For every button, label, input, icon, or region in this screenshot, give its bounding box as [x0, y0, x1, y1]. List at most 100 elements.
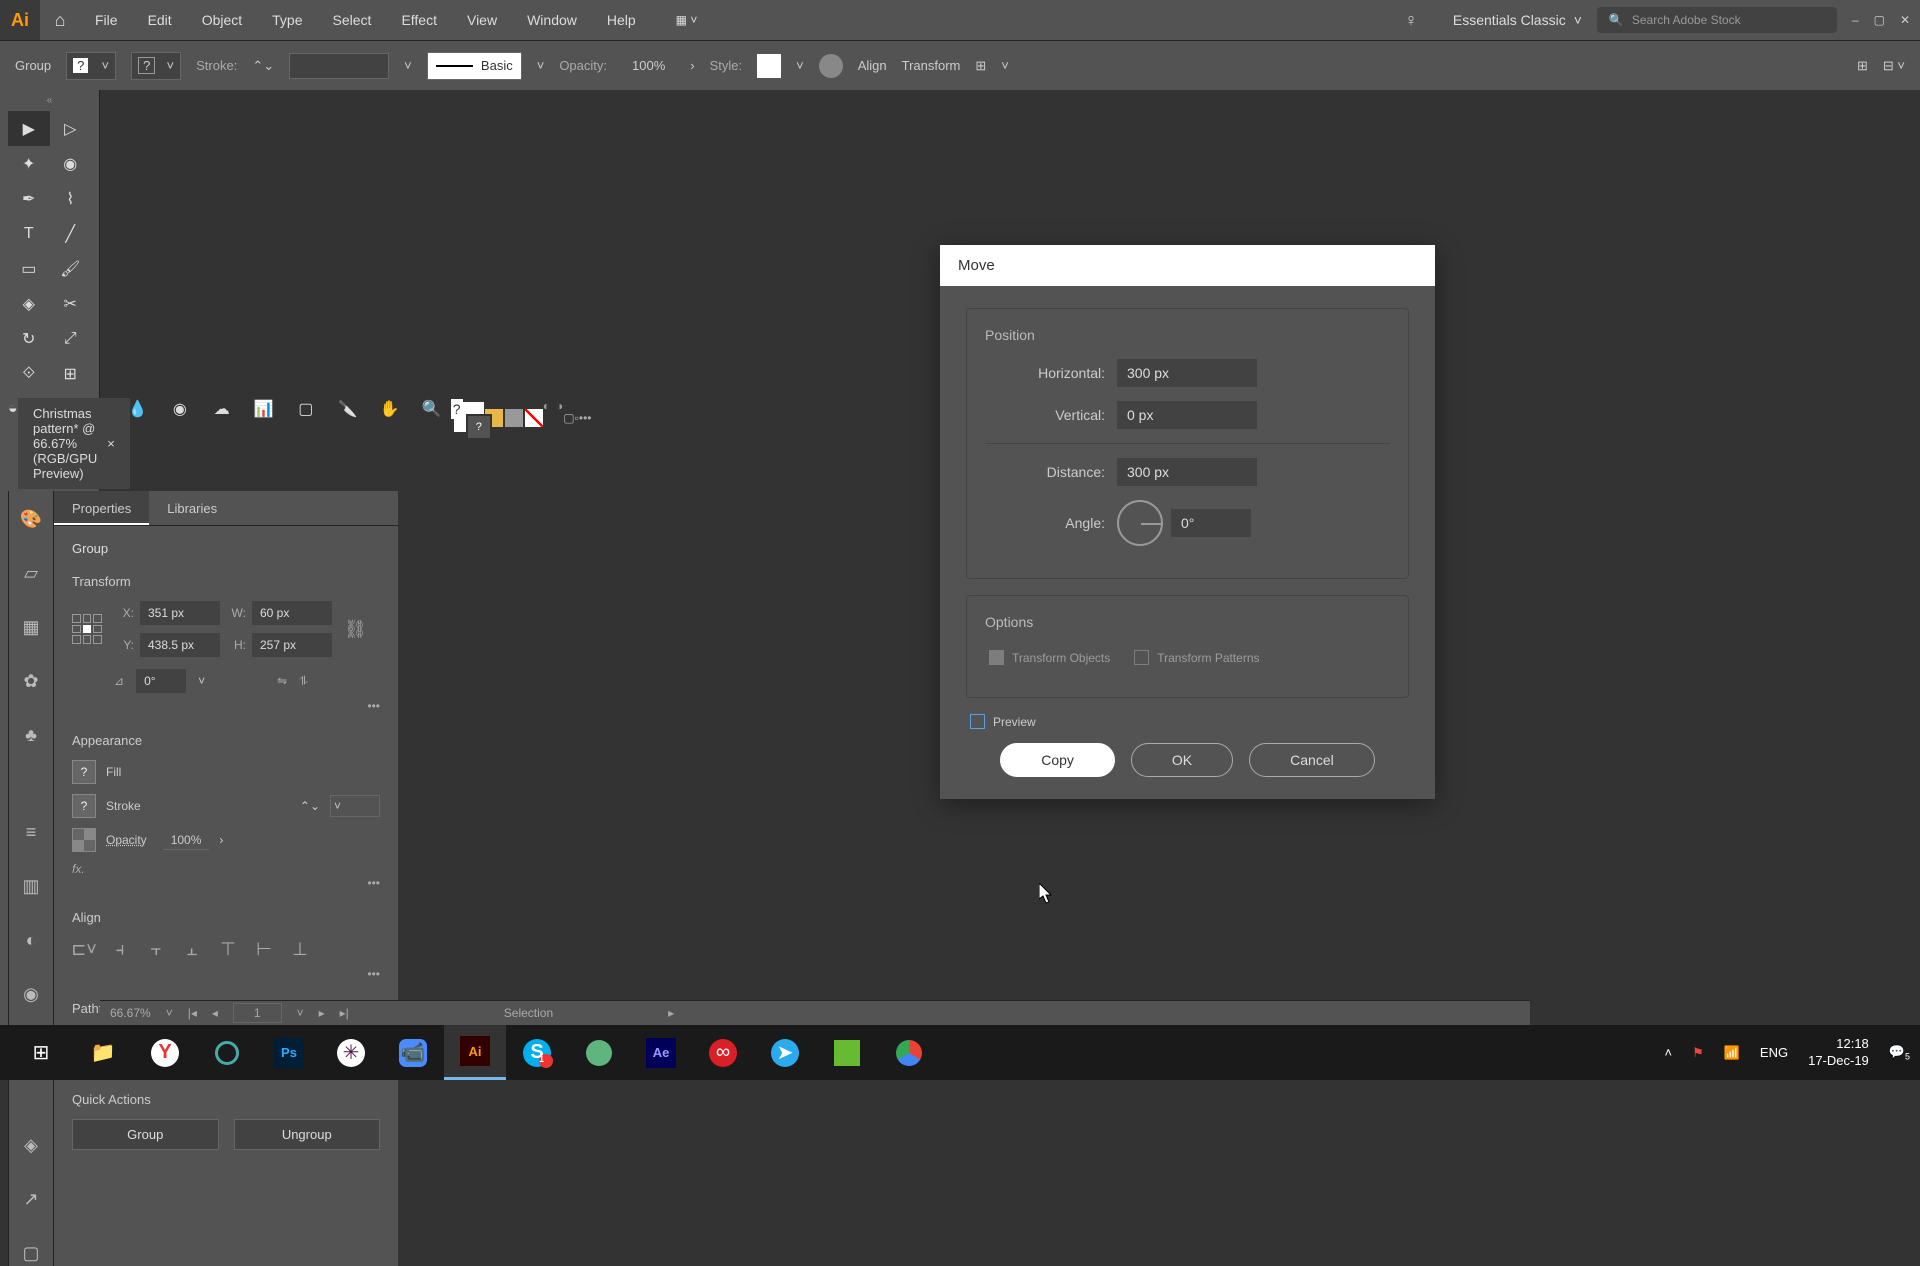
- more-options-icon[interactable]: •••: [72, 967, 380, 981]
- menu-select[interactable]: Select: [318, 0, 387, 40]
- opacity-label[interactable]: Opacity: [106, 833, 147, 847]
- copy-button[interactable]: Copy: [1000, 743, 1115, 777]
- chevron-down-icon[interactable]: ˅: [166, 1006, 173, 1020]
- color-guide-icon[interactable]: ▱: [18, 560, 44, 586]
- angle-widget[interactable]: [1117, 500, 1163, 546]
- start-menu-icon[interactable]: ⊞: [10, 1025, 72, 1080]
- align-bottom-icon[interactable]: ⊥: [288, 937, 312, 961]
- search-help-icon[interactable]: ♀: [1404, 10, 1418, 31]
- home-icon[interactable]: ⌂: [40, 0, 80, 40]
- ungroup-button[interactable]: Ungroup: [234, 1119, 381, 1150]
- collapse-icon[interactable]: «: [8, 95, 91, 106]
- telegram-icon[interactable]: ➤: [754, 1025, 816, 1080]
- isolate-icon[interactable]: ⊞: [975, 58, 986, 74]
- stroke-weight-stepper[interactable]: ⌃⌄: [300, 799, 320, 813]
- cortana-icon[interactable]: [196, 1025, 258, 1080]
- file-explorer-icon[interactable]: 📁: [72, 1025, 134, 1080]
- creative-cloud-icon[interactable]: ∞: [692, 1025, 754, 1080]
- gradient-panel-icon[interactable]: ▥: [18, 873, 44, 899]
- hand-tool[interactable]: ✋: [369, 391, 411, 426]
- recolor-icon[interactable]: [819, 54, 843, 78]
- transparency-icon[interactable]: ◐: [18, 927, 44, 953]
- document-tab[interactable]: Christmas pattern* @ 66.67% (RGB/GPU Pre…: [18, 398, 130, 489]
- graph-tool[interactable]: 📊: [243, 391, 285, 426]
- align-pixel-icon[interactable]: ⊞: [1857, 58, 1868, 74]
- maximize-icon[interactable]: ▢: [1874, 13, 1885, 27]
- fill-stroke-swatch[interactable]: ? ?: [453, 401, 485, 426]
- menu-window[interactable]: Window: [512, 0, 592, 40]
- align-top-icon[interactable]: ⊤: [216, 937, 240, 961]
- wifi-icon[interactable]: 📶: [1724, 1045, 1740, 1061]
- zoom-level[interactable]: 66.67%: [110, 1006, 151, 1020]
- pen-tool[interactable]: ✒: [8, 181, 50, 216]
- vertical-input[interactable]: [1117, 401, 1257, 429]
- direct-selection-tool[interactable]: ▷: [50, 111, 92, 146]
- fill-swatch[interactable]: ?˅: [66, 52, 116, 80]
- width-tool[interactable]: ⟐: [8, 356, 50, 391]
- app-icon[interactable]: [816, 1025, 878, 1080]
- menu-help[interactable]: Help: [592, 0, 651, 40]
- last-artboard-icon[interactable]: ▸|: [340, 1006, 349, 1020]
- flip-v-icon[interactable]: ⥮: [299, 674, 308, 689]
- tray-notification-icon[interactable]: ⚑: [1692, 1045, 1704, 1061]
- selection-tool[interactable]: ▶: [8, 111, 50, 146]
- swatches-icon[interactable]: ▦: [18, 614, 44, 640]
- brush-definition[interactable]: Basic: [427, 52, 522, 80]
- cancel-button[interactable]: Cancel: [1249, 743, 1375, 777]
- next-artboard-icon[interactable]: ▸: [319, 1006, 325, 1020]
- artboards-icon[interactable]: ▢: [18, 1240, 44, 1266]
- color-panel-icon[interactable]: 🎨: [18, 506, 44, 532]
- rotate-tool[interactable]: ↻: [8, 321, 50, 356]
- blend-tool[interactable]: ◉: [159, 391, 201, 426]
- fx-icon[interactable]: fx.: [72, 862, 380, 876]
- tray-chevron-icon[interactable]: ˄: [1664, 1045, 1672, 1060]
- search-stock-input[interactable]: 🔍 Search Adobe Stock: [1597, 7, 1837, 33]
- symbol-sprayer-tool[interactable]: ☁: [201, 391, 243, 426]
- more-options-icon[interactable]: •••: [72, 699, 380, 713]
- opacity-value[interactable]: 100%: [163, 831, 210, 850]
- chevron-down-icon[interactable]: ˅: [1001, 58, 1009, 73]
- menu-view[interactable]: View: [452, 0, 512, 40]
- type-tool[interactable]: T: [8, 216, 50, 251]
- eraser-tool[interactable]: ✂: [50, 286, 92, 321]
- first-artboard-icon[interactable]: |◂: [188, 1006, 197, 1020]
- flip-h-icon[interactable]: ⇋: [277, 674, 287, 688]
- y-input[interactable]: [140, 633, 220, 657]
- appearance-icon[interactable]: ◉: [18, 981, 44, 1007]
- stroke-weight-dropdown[interactable]: ˅: [330, 795, 380, 817]
- edit-toolbar[interactable]: •••: [579, 411, 592, 426]
- chevron-down-icon[interactable]: ˅: [404, 58, 412, 73]
- chevron-down-icon[interactable]: ˅: [796, 58, 804, 73]
- transform-label[interactable]: Transform: [902, 58, 961, 73]
- photoshop-icon[interactable]: Ps: [258, 1025, 320, 1080]
- arrange-docs-icon[interactable]: ▦ ˅: [676, 13, 698, 27]
- h-input[interactable]: [252, 633, 332, 657]
- minimize-icon[interactable]: –: [1852, 13, 1859, 27]
- w-input[interactable]: [252, 601, 332, 625]
- graphic-style-swatch[interactable]: [757, 54, 781, 78]
- stroke-swatch[interactable]: ?: [72, 794, 96, 818]
- chevron-down-icon[interactable]: ˅: [297, 1006, 304, 1020]
- artboard-tool[interactable]: ▢: [285, 391, 327, 426]
- after-effects-icon[interactable]: Ae: [630, 1025, 692, 1080]
- align-hcenter-icon[interactable]: ⫟: [144, 937, 168, 961]
- notifications-icon[interactable]: 💬5: [1889, 1044, 1910, 1062]
- brushes-icon[interactable]: ✿: [18, 668, 44, 694]
- skype-icon[interactable]: S1: [506, 1025, 568, 1080]
- zoom-icon[interactable]: 📹: [382, 1025, 444, 1080]
- chevron-down-icon[interactable]: ˅: [198, 674, 205, 688]
- angle-input[interactable]: [1171, 509, 1251, 537]
- workspace-switcher[interactable]: Essentials Classic ˅: [1438, 12, 1597, 28]
- align-to-icon[interactable]: ⊏˅: [72, 937, 96, 961]
- draw-mode-buttons[interactable]: [485, 409, 543, 426]
- menu-effect[interactable]: Effect: [386, 0, 452, 40]
- rotate-input[interactable]: [136, 669, 186, 693]
- curvature-tool[interactable]: ⌇: [50, 181, 92, 216]
- layers-icon[interactable]: ◈: [18, 1132, 44, 1158]
- tab-properties[interactable]: Properties: [54, 491, 149, 525]
- prev-artboard-icon[interactable]: ◂: [212, 1006, 218, 1020]
- rectangle-tool[interactable]: ▭: [8, 251, 50, 286]
- close-icon[interactable]: ✕: [1900, 13, 1910, 27]
- more-options-icon[interactable]: •••: [72, 876, 380, 890]
- align-right-icon[interactable]: ⫠: [180, 937, 204, 961]
